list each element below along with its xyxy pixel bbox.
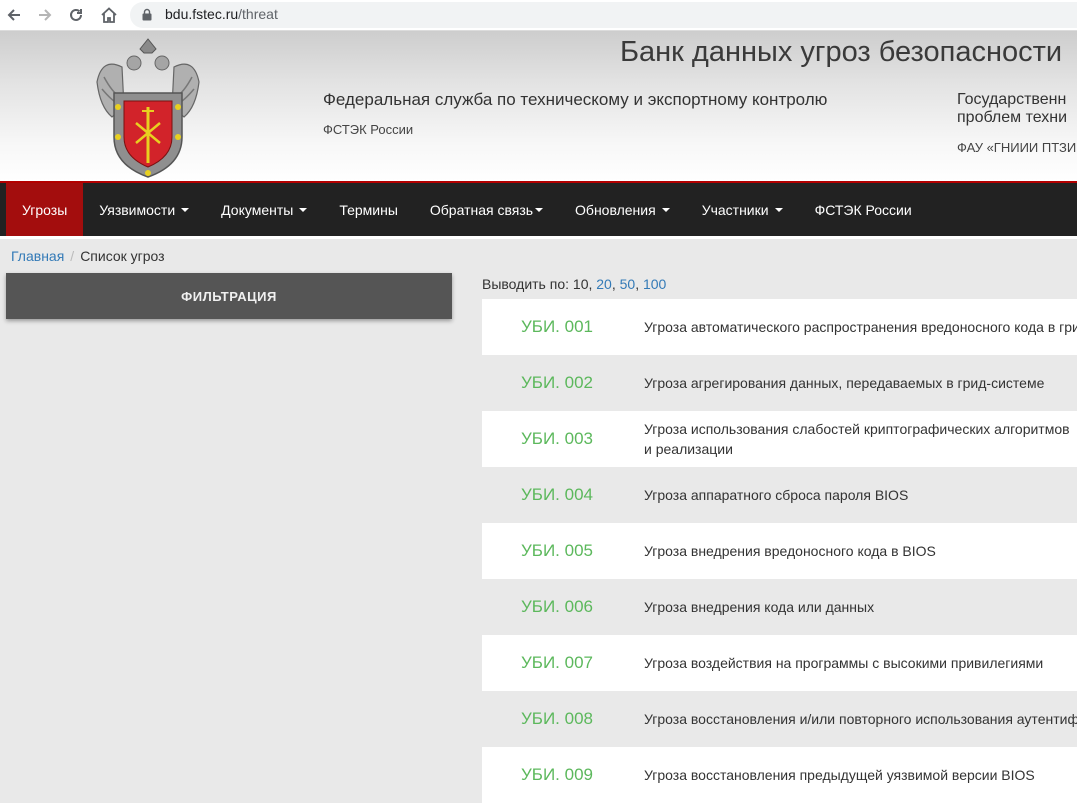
threat-id-link[interactable]: УБИ. 006 [482,597,644,617]
threat-row[interactable]: УБИ. 004 Угроза аппаратного сброса парол… [482,467,1077,523]
threat-row[interactable]: УБИ. 008 Угроза восстановления и/или пов… [482,691,1077,747]
filter-button[interactable]: ФИЛЬТРАЦИЯ [6,273,452,319]
org-short-name: ФСТЭК России [323,122,414,137]
partner-org-name-line2: проблем техни [957,109,1068,126]
threat-row[interactable]: УБИ. 009 Угроза восстановления предыдуще… [482,747,1077,803]
per-page-comma: , [635,276,640,292]
threat-id-link[interactable]: УБИ. 002 [482,373,644,393]
caret-down-icon [535,207,544,212]
threat-row[interactable]: УБИ. 007 Угроза воздействия на программы… [482,635,1077,691]
nav-item-updates[interactable]: Обновления [559,183,686,236]
threat-name[interactable]: Угроза использования слабостей криптогра… [644,419,1077,459]
reload-icon[interactable] [64,3,88,27]
caret-down-icon [299,207,308,212]
threat-name[interactable]: Угроза аппаратного сброса пароля BIOS [644,485,1077,505]
home-icon[interactable] [97,3,121,27]
nav-item-feedback[interactable]: Обратная связь [414,183,559,236]
partner-org-name: Государственн проблем техни [957,91,1067,127]
per-page-current: 10, [572,276,593,292]
caret-down-icon [661,207,670,212]
threat-list: УБИ. 001 Угроза автоматического распрост… [482,299,1077,803]
threat-id-link[interactable]: УБИ. 007 [482,653,644,673]
threat-name[interactable]: Угроза внедрения вредоносного кода в BIO… [644,541,1077,561]
back-icon[interactable] [2,3,26,27]
threat-id-link[interactable]: УБИ. 001 [482,317,644,337]
breadcrumb-home-link[interactable]: Главная [11,248,64,264]
partner-org-short-name: ФАУ «ГНИИИ ПТЗИ [957,140,1077,155]
per-page-selector: Выводить по: 10, 20, 50, 100 [482,276,666,292]
nav-item-terms[interactable]: Термины [323,183,414,236]
url-path: /threat [238,6,278,22]
per-page-50-link[interactable]: 50 [620,276,636,292]
caret-down-icon [774,207,783,212]
nav-item-documents[interactable]: Документы [205,183,323,236]
threat-id-link[interactable]: УБИ. 008 [482,709,644,729]
url-host: bdu.fstec.ru [165,6,239,22]
org-name: Федеральная служба по техническому и экс… [323,90,828,109]
threat-name[interactable]: Угроза восстановления и/или повторного и… [644,709,1077,729]
threat-name[interactable]: Угроза агрегирования данных, передаваемы… [644,373,1077,393]
per-page-20-link[interactable]: 20 [596,276,612,292]
site-title: Банк данных угроз безопасности [620,36,1063,68]
breadcrumb: Главная / Список угроз [11,248,165,264]
nav-item-label: Участники [701,201,769,218]
nav-item-label: Обратная связь [429,201,534,218]
threat-row[interactable]: УБИ. 003 Угроза использования слабостей … [482,411,1077,467]
per-page-comma: , [611,276,616,292]
nav-item-vulnerabilities[interactable]: Уязвимости [83,183,205,236]
threat-row[interactable]: УБИ. 002 Угроза агрегирования данных, пе… [482,355,1077,411]
threat-id-link[interactable]: УБИ. 009 [482,765,644,785]
nav-item-label: ФСТЭК России [814,201,912,218]
nav-item-threats[interactable]: Угрозы [6,183,84,236]
threat-id-link[interactable]: УБИ. 005 [482,541,644,561]
address-bar[interactable]: bdu.fstec.ru/threat [130,2,1077,28]
browser-toolbar: bdu.fstec.ru/threat [0,0,1077,31]
threat-name[interactable]: Угроза внедрения кода или данных [644,597,1077,617]
nav-item-fstec[interactable]: ФСТЭК России [799,183,928,236]
url-text[interactable]: bdu.fstec.ru/threat [165,6,278,22]
threat-row[interactable]: УБИ. 005 Угроза внедрения вредоносного к… [482,523,1077,579]
nav-item-label: Термины [339,201,398,218]
site-header: Банк данных угроз безопасности Федеральн… [0,31,1077,181]
breadcrumb-separator: / [70,248,75,264]
threat-row[interactable]: УБИ. 006 Угроза внедрения кода или данны… [482,579,1077,635]
main-nav: Угрозы Уязвимости Документы Термины Обра… [0,181,1077,239]
per-page-100-link[interactable]: 100 [643,276,666,292]
threat-id-link[interactable]: УБИ. 004 [482,485,644,505]
breadcrumb-current: Список угроз [80,248,165,264]
nav-item-label: Обновления [575,201,656,218]
threat-id-link[interactable]: УБИ. 003 [482,429,644,449]
lock-icon[interactable] [142,8,152,26]
per-page-label: Выводить по: [482,276,570,292]
nav-item-label: Уязвимости [99,201,176,218]
fstec-emblem-logo[interactable] [92,37,204,181]
nav-item-label: Документы [221,201,294,218]
caret-down-icon [181,207,190,212]
partner-org-name-line1: Государственн [957,91,1067,108]
forward-icon[interactable] [33,3,57,27]
threat-name[interactable]: Угроза воздействия на программы с высоки… [644,653,1077,673]
nav-item-label: Угрозы [22,201,68,218]
nav-item-participants[interactable]: Участники [686,183,799,236]
threat-row[interactable]: УБИ. 001 Угроза автоматического распрост… [482,299,1077,355]
threat-name[interactable]: Угроза автоматического распространения в… [644,317,1077,337]
threat-name[interactable]: Угроза восстановления предыдущей уязвимо… [644,765,1077,785]
